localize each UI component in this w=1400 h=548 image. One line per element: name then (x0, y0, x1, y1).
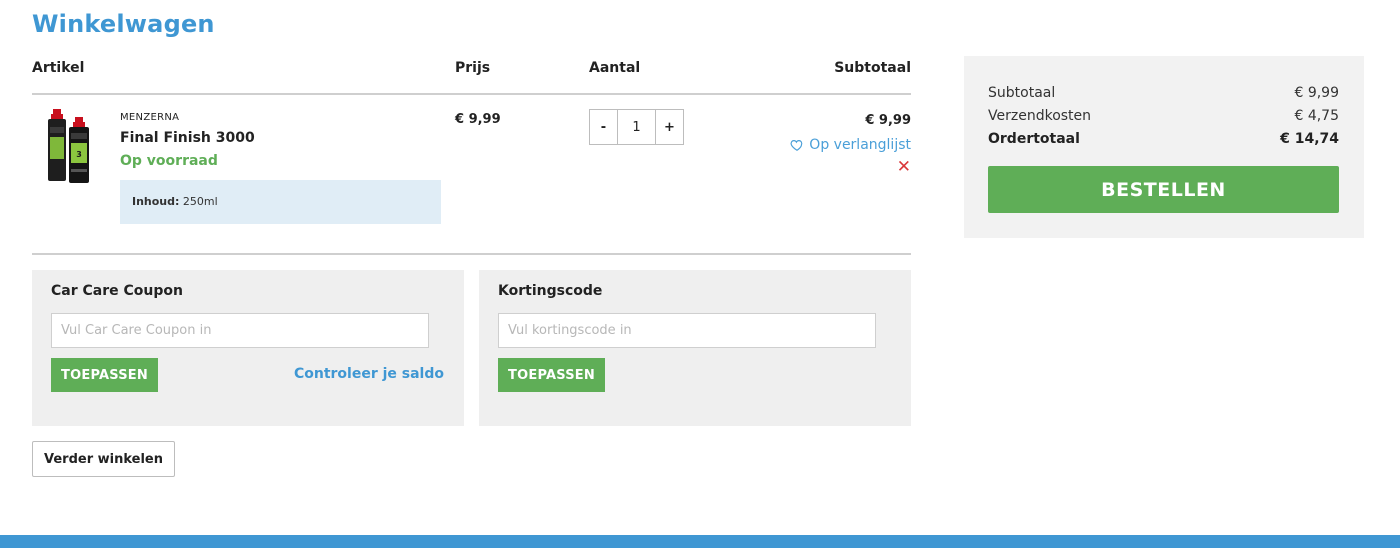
summary-total-value: € 14,74 (1280, 131, 1339, 147)
cart-item-row: 3 MENZERNA Final Finish 3000 Op voorraad… (32, 95, 911, 255)
summary-subtotal-value: € 9,99 (1294, 85, 1339, 101)
product-option: Inhoud: 250ml (120, 180, 441, 224)
quantity-stepper: - + (589, 109, 684, 145)
check-balance-link[interactable]: Controleer je saldo (294, 366, 444, 382)
option-label: Inhoud: (132, 195, 180, 208)
item-price: € 9,99 (455, 112, 501, 127)
column-header-artikel: Artikel (32, 60, 85, 76)
column-header-prijs: Prijs (455, 60, 491, 76)
order-button[interactable]: BESTELLEN (988, 166, 1339, 213)
summary-total-row: Ordertotaal € 14,74 (988, 131, 1339, 147)
coupon-section: Car Care Coupon TOEPASSEN Controleer je … (32, 270, 911, 426)
discount-apply-button[interactable]: TOEPASSEN (498, 358, 605, 392)
continue-shopping-button[interactable]: Verder winkelen (32, 441, 175, 477)
order-summary: Subtotaal € 9,99 Verzendkosten € 4,75 Or… (964, 56, 1364, 238)
option-value: 250ml (182, 195, 218, 208)
summary-subtotal-label: Subtotaal (988, 85, 1056, 101)
summary-shipping-label: Verzendkosten (988, 108, 1092, 124)
column-header-aantal: Aantal (589, 60, 641, 76)
stock-status: Op voorraad (120, 153, 218, 169)
car-care-coupon-box: Car Care Coupon TOEPASSEN Controleer je … (32, 270, 464, 426)
summary-shipping-row: Verzendkosten € 4,75 (988, 108, 1339, 124)
close-icon[interactable]: ✕ (897, 159, 911, 176)
coupon-title: Car Care Coupon (51, 283, 183, 299)
footer-bar (0, 535, 1400, 548)
coupon-apply-button[interactable]: TOEPASSEN (51, 358, 158, 392)
quantity-increase-button[interactable]: + (655, 109, 684, 145)
svg-text:3: 3 (76, 150, 82, 159)
summary-total-label: Ordertotaal (988, 131, 1080, 147)
product-brand: MENZERNA (120, 112, 180, 123)
item-subtotal: € 9,99 (865, 113, 911, 128)
quantity-decrease-button[interactable]: - (589, 109, 618, 145)
wishlist-link[interactable]: Op verlanglijst (790, 137, 911, 153)
column-header-subtotaal: Subtotaal (834, 60, 911, 76)
discount-title: Kortingscode (498, 283, 603, 299)
wishlist-label: Op verlanglijst (809, 137, 911, 153)
discount-code-input[interactable] (498, 313, 876, 348)
summary-subtotal-row: Subtotaal € 9,99 (988, 85, 1339, 101)
discount-code-box: Kortingscode TOEPASSEN (479, 270, 911, 426)
coupon-input[interactable] (51, 313, 429, 348)
quantity-input[interactable] (618, 109, 655, 145)
heart-outline-icon (790, 140, 803, 151)
cart-header: Artikel Prijs Aantal Subtotaal (32, 58, 911, 95)
product-name-link[interactable]: Final Finish 3000 (120, 130, 255, 146)
product-image[interactable]: 3 (46, 109, 94, 185)
page-title: Winkelwagen (32, 10, 215, 38)
summary-shipping-value: € 4,75 (1294, 108, 1339, 124)
cart-table: Artikel Prijs Aantal Subtotaal 3 MENZERN… (32, 58, 911, 255)
